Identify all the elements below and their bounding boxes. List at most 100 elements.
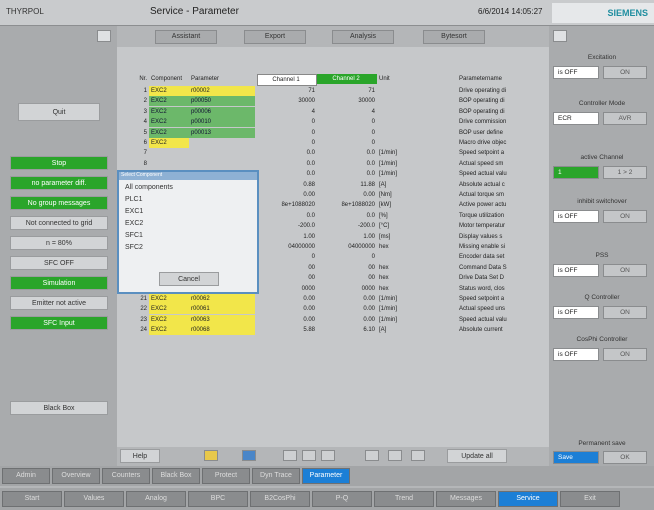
dialog-component-item[interactable]: SFC1 xyxy=(125,232,143,239)
row-parametername: Motor temperatur xyxy=(459,223,506,230)
left-panel-item[interactable]: SFC OFF xyxy=(10,256,108,270)
row-channel1: 00 xyxy=(308,275,315,282)
folder-icon[interactable] xyxy=(204,450,218,461)
row-parameter: r00002 xyxy=(189,86,255,96)
excitation-on-button[interactable]: ON xyxy=(603,66,647,79)
row-parametername: Status word, clos xyxy=(459,285,505,292)
dialog-component-item[interactable]: PLC1 xyxy=(125,196,143,203)
bottom-tab-analog[interactable]: Analog xyxy=(126,491,186,507)
permanent-save-button[interactable]: Save xyxy=(553,451,599,464)
row-component: EXC2 xyxy=(149,138,189,148)
inhibit-switchover-label: inhibit switchover xyxy=(577,198,627,205)
left-panel-item[interactable]: Black Box xyxy=(10,401,108,415)
dialog-component-item[interactable]: EXC1 xyxy=(125,208,143,215)
pss-on-button[interactable]: ON xyxy=(603,264,647,277)
grid-icon-3[interactable] xyxy=(321,450,335,461)
left-panel-item[interactable]: No group messages xyxy=(10,196,108,210)
panel-toggle-button[interactable] xyxy=(553,30,567,42)
bottom-tab-values[interactable]: Values xyxy=(64,491,124,507)
table-row[interactable]: 8 0.0 0.0 [1/min] Actual speed sm xyxy=(117,159,549,169)
table-row[interactable]: 23 EXC2 r00063 0.00 0.00 [1/min] Speed actual … xyxy=(117,314,549,325)
row-channel2: 1.00 xyxy=(363,233,375,240)
table-row[interactable]: 6 EXC2 0 0 Macro drive objec xyxy=(117,138,549,148)
dialog-component-item[interactable]: All components xyxy=(125,184,173,191)
bottom-tab-protect[interactable]: Protect xyxy=(202,468,250,484)
bottom-tab-parameter[interactable]: Parameter xyxy=(302,468,350,484)
table-row[interactable]: 22 EXC2 r00061 0.00 0.00 [1/min] Actual speed … xyxy=(117,304,549,315)
toolbar-button[interactable]: Analysis xyxy=(332,30,394,44)
row-parametername: Actual torque sm xyxy=(459,192,505,198)
bottom-tab-start[interactable]: Start xyxy=(2,491,62,507)
col-channel2[interactable]: Channel 2 xyxy=(317,74,377,84)
row-parametername: Display values s xyxy=(459,233,503,240)
permanent-save-ok-button[interactable]: OK xyxy=(603,451,647,464)
left-panel-item[interactable]: no parameter diff. xyxy=(10,176,108,190)
row-channel2: 0.00 xyxy=(363,296,375,302)
table-row[interactable]: 2 EXC2 p00050 30000 30000 BOP operating di xyxy=(117,96,549,107)
excitation-status: is OFF xyxy=(553,66,599,79)
left-panel-item[interactable]: Stop xyxy=(10,156,108,170)
grid-icon-1[interactable] xyxy=(283,450,297,461)
table-row[interactable]: 24 EXC2 r00068 5.88 6.10 [A] Absolute current xyxy=(117,325,549,336)
grid-icon-2[interactable] xyxy=(302,450,316,461)
left-panel-item[interactable]: Simulation xyxy=(10,276,108,290)
bottom-tab-black-box[interactable]: Black Box xyxy=(152,468,200,484)
bottom-tab-overview[interactable]: Overview xyxy=(52,468,100,484)
table-row[interactable]: 1 EXC2 r00002 71 71 Drive operating di xyxy=(117,86,549,96)
row-parameter: p00006 xyxy=(189,106,255,117)
table-row[interactable]: 4 EXC2 p00010 0 0 Drive commission xyxy=(117,117,549,128)
q-controller-on-button[interactable]: ON xyxy=(603,306,647,319)
bottom-tab-b2cosphi[interactable]: B2CosPhi xyxy=(250,491,310,507)
bottom-tab-counters[interactable]: Counters xyxy=(102,468,150,484)
row-parametername: Command Data S xyxy=(459,264,507,271)
minimize-button[interactable] xyxy=(97,30,111,42)
dialog-component-item[interactable]: SFC2 xyxy=(125,244,143,251)
inhibit-switchover-on-button[interactable]: ON xyxy=(603,210,647,223)
row-nr: 2 xyxy=(143,98,147,105)
row-parametername: Absolute actual c xyxy=(459,181,505,188)
toolbar-button[interactable]: Bytesort xyxy=(423,30,485,44)
bottom-tab-p-q[interactable]: P-Q xyxy=(312,491,372,507)
save-icon-3[interactable] xyxy=(411,450,425,461)
table-row[interactable]: 3 EXC2 p00006 4 4 BOP operating di xyxy=(117,106,549,117)
datetime: 6/6/2014 14:05:27 xyxy=(478,7,543,16)
bottom-tab-bpc[interactable]: BPC xyxy=(188,491,248,507)
col-channel1[interactable]: Channel 1 xyxy=(257,74,317,86)
row-parametername: Missing enable si xyxy=(459,244,506,250)
cancel-button[interactable]: Cancel xyxy=(159,272,219,286)
row-component: EXC2 xyxy=(149,86,189,96)
left-panel-item[interactable]: Not connected to grid xyxy=(10,216,108,230)
help-button[interactable]: Help xyxy=(120,449,160,463)
bottom-tab-exit[interactable]: Exit xyxy=(560,491,620,507)
save-icon-1[interactable] xyxy=(365,450,379,461)
bottom-tab-admin[interactable]: Admin xyxy=(2,468,50,484)
cosphi-controller-label: CosPhi Controller xyxy=(576,336,628,343)
row-nr: 23 xyxy=(140,316,147,323)
bottom-tab-service[interactable]: Service xyxy=(498,491,558,507)
left-panel-item[interactable]: Quit xyxy=(18,103,100,121)
table-row[interactable]: 21 EXC2 r00062 0.00 0.00 [1/min] Speed setpoin… xyxy=(117,294,549,304)
edit-icon[interactable] xyxy=(242,450,256,461)
bottom-tab-dyn-trace[interactable]: Dyn Trace xyxy=(252,468,300,484)
save-icon-2[interactable] xyxy=(388,450,402,461)
channel-switch-button[interactable]: 1 > 2 xyxy=(603,166,647,179)
cosphi-controller-on-button[interactable]: ON xyxy=(603,348,647,361)
row-channel2: 11.88 xyxy=(360,181,375,188)
table-row[interactable]: 5 EXC2 p00013 0 0 BOP user define xyxy=(117,127,549,138)
controller-mode-avr-button[interactable]: AVR xyxy=(603,112,647,125)
toolbar-button[interactable]: Export xyxy=(244,30,306,44)
table-row[interactable]: 7 0.0 0.0 [1/min] Speed setpoint a xyxy=(117,148,549,158)
bottom-tab-messages[interactable]: Messages xyxy=(436,491,496,507)
dialog-component-item[interactable]: EXC2 xyxy=(125,220,143,227)
row-component: EXC2 xyxy=(149,96,189,107)
bottom-tab-trend[interactable]: Trend xyxy=(374,491,434,507)
left-panel-item[interactable]: Emitter not active xyxy=(10,296,108,310)
left-panel-item[interactable]: n = 80% xyxy=(10,236,108,250)
row-component: EXC2 xyxy=(149,106,189,117)
active-channel-1[interactable]: 1 xyxy=(553,166,599,179)
row-channel1: 8e+1088020 xyxy=(281,202,315,209)
left-panel-item[interactable]: SFC Input xyxy=(10,316,108,330)
update-all-button[interactable]: Update all xyxy=(447,449,507,463)
toolbar-button[interactable]: Assistant xyxy=(155,30,217,44)
row-component: EXC2 xyxy=(149,304,189,315)
